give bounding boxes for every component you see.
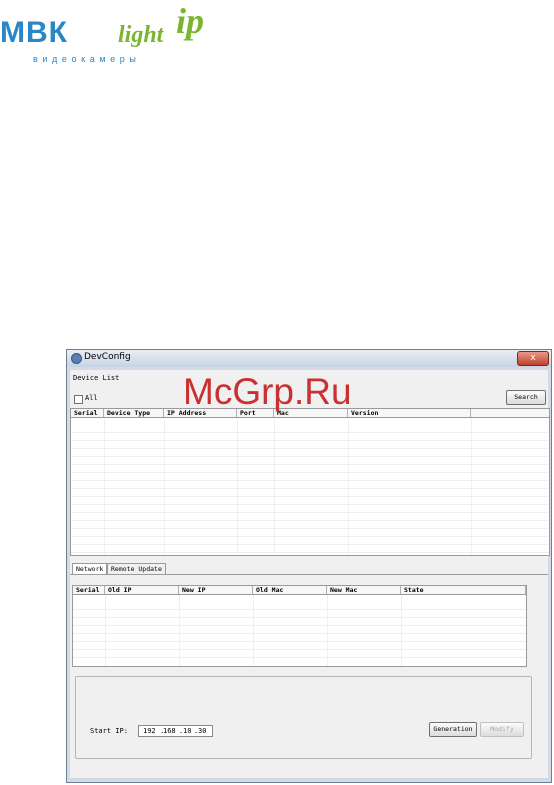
col-old-ip[interactable]: Old IP (105, 586, 179, 594)
table-row[interactable] (73, 650, 526, 658)
table-row[interactable] (71, 465, 549, 473)
table-row[interactable] (71, 497, 549, 505)
device-list-label: Device List (73, 374, 120, 382)
logo-ip-text: ip (176, 1, 205, 41)
table-row[interactable] (71, 545, 549, 553)
table-row[interactable] (71, 457, 549, 465)
generation-button[interactable]: Generation (429, 722, 477, 737)
table-row[interactable] (71, 425, 549, 433)
col-version[interactable]: Version (348, 409, 471, 417)
table-row[interactable] (73, 602, 526, 610)
col-old-mac[interactable]: Old Mac (253, 586, 327, 594)
window-title: DevConfig (84, 352, 131, 362)
table-row[interactable] (71, 521, 549, 529)
col-state[interactable]: State (401, 586, 526, 594)
table-row[interactable] (73, 610, 526, 618)
table-row[interactable] (73, 634, 526, 642)
table-row[interactable] (73, 626, 526, 634)
table-row[interactable] (71, 441, 549, 449)
col-device-type[interactable]: Device Type (104, 409, 164, 417)
device-table[interactable]: Serial Device Type IP Address Port Mac V… (70, 408, 550, 556)
col-serial[interactable]: Serial (73, 586, 105, 594)
table-row[interactable] (71, 505, 549, 513)
table-row[interactable] (71, 449, 549, 457)
brand-logo: МВК light ip видеокамеры (0, 0, 230, 72)
devconfig-window: DevConfig x Device List All Search Seria… (66, 349, 552, 783)
window-client-area: Device List All Search Serial Device Typ… (70, 370, 550, 778)
logo-main-text: МВК (0, 16, 68, 49)
table-row[interactable] (71, 489, 549, 497)
ip-settings-group (75, 676, 532, 759)
table-row[interactable] (71, 537, 549, 545)
col-new-mac[interactable]: New Mac (327, 586, 401, 594)
ip-octet-3[interactable]: 10 (183, 726, 191, 736)
watermark-text: McGrp.Ru (183, 371, 352, 412)
table-row[interactable] (71, 473, 549, 481)
table-row[interactable] (71, 529, 549, 537)
start-ip-input[interactable]: 192 . 168 . 10 . 30 (138, 725, 213, 737)
logo-subtitle: видеокамеры (33, 54, 141, 64)
table-row[interactable] (71, 481, 549, 489)
table-row[interactable] (73, 618, 526, 626)
network-table-header: Serial Old IP New IP Old Mac New Mac Sta… (73, 586, 526, 595)
ip-octet-2[interactable]: 168 (163, 726, 176, 736)
modify-button[interactable]: Modify (480, 722, 524, 737)
all-checkbox[interactable] (74, 395, 83, 404)
col-serial[interactable]: Serial (71, 409, 104, 417)
start-ip-label: Start IP: (90, 727, 128, 735)
all-checkbox-label: All (85, 394, 98, 402)
app-icon (71, 353, 82, 364)
search-button[interactable]: Search (506, 390, 546, 405)
col-new-ip[interactable]: New IP (179, 586, 253, 594)
network-table[interactable]: Serial Old IP New IP Old Mac New Mac Sta… (72, 585, 527, 667)
table-row[interactable] (71, 513, 549, 521)
close-button[interactable]: x (517, 351, 549, 366)
title-bar[interactable]: DevConfig x (67, 350, 551, 367)
logo-light-text: light (118, 22, 164, 48)
ip-octet-4[interactable]: 30 (198, 726, 206, 736)
table-row[interactable] (71, 433, 549, 441)
ip-octet-1[interactable]: 192 (143, 726, 156, 736)
table-row[interactable] (73, 642, 526, 650)
tab-divider (70, 574, 548, 575)
